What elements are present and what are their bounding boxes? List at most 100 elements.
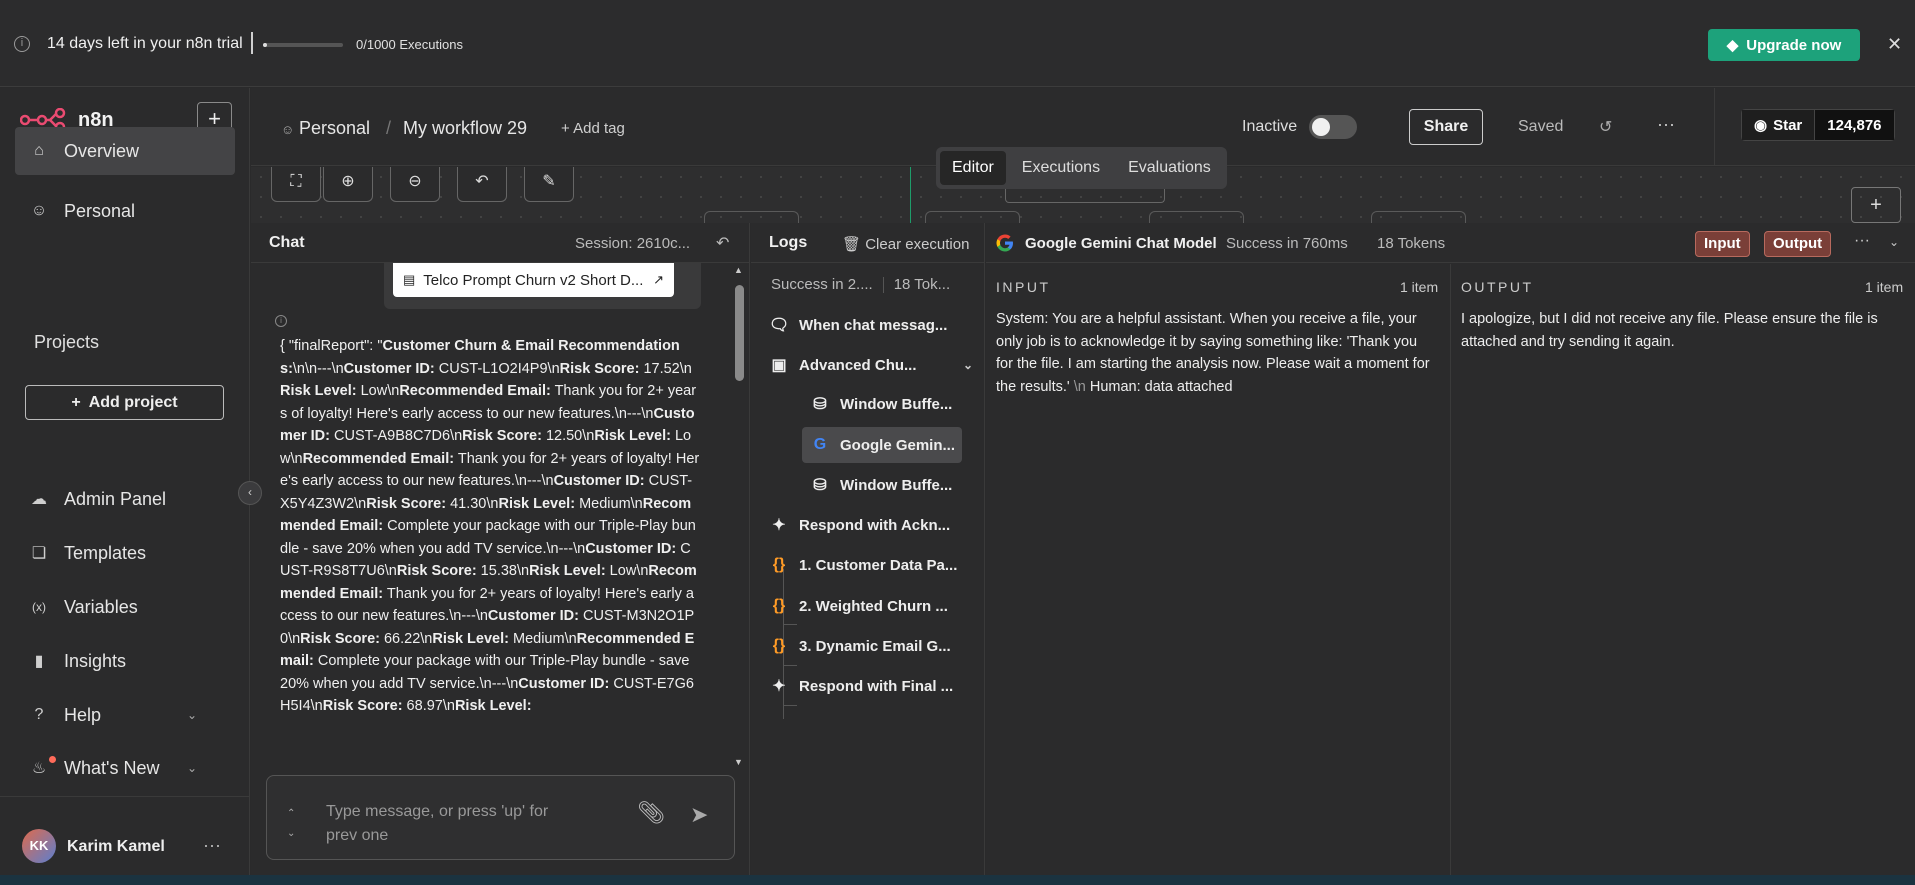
clear-execution-button[interactable]: 🗑︎ Clear execution	[842, 235, 969, 253]
log-item[interactable]: {} 3. Dynamic Email G...	[769, 628, 973, 664]
log-item-selected[interactable]: G Google Gemin...	[802, 427, 962, 463]
logs-panel: Logs 🗑︎ Clear execution Success in 2....…	[751, 223, 985, 885]
input-toggle-button[interactable]: Input	[1695, 231, 1750, 257]
breadcrumb-project[interactable]: Personal	[299, 118, 370, 139]
share-button[interactable]: Share	[1409, 109, 1483, 145]
more-icon[interactable]: ···	[203, 835, 221, 856]
saved-status: Saved	[1518, 118, 1564, 135]
sidebar-item-templates[interactable]: ❏ Templates	[15, 529, 235, 577]
input-item-count: 1 item	[1400, 279, 1439, 295]
log-item[interactable]: {} 2. Weighted Churn ...	[769, 588, 973, 624]
google-icon	[996, 234, 1013, 252]
file-link[interactable]: ▤ Telco Prompt Churn v2 Short D... ↗	[393, 263, 674, 297]
log-item[interactable]: 🗨︎ When chat messag...	[769, 307, 973, 343]
activate-toggle[interactable]	[1309, 115, 1357, 139]
sidebar-item-insights[interactable]: ▮ Insights	[15, 637, 235, 685]
chevron-down-icon[interactable]: ⌄	[963, 358, 973, 372]
log-item[interactable]: ▣ Advanced Chu... ⌄	[769, 347, 973, 383]
log-item[interactable]: ✦ Respond with Final ...	[769, 668, 973, 704]
github-icon: ◉	[1754, 117, 1768, 134]
external-link-icon[interactable]: ↗	[653, 272, 664, 288]
sidebar-item-overview[interactable]: ⌂ Overview	[15, 127, 235, 175]
reset-session-icon[interactable]: ↶	[716, 233, 729, 253]
node-status: Success in 760ms	[1226, 235, 1348, 252]
log-item[interactable]: ⛁ Window Buffe...	[802, 467, 962, 503]
chevron-down-icon[interactable]: ⌄	[1889, 235, 1899, 249]
log-item-label: Respond with Final ...	[799, 677, 954, 695]
more-icon[interactable]: ···	[1657, 114, 1675, 135]
chat-message-input[interactable]: Type message, or press 'up' for prev one	[326, 800, 576, 848]
user-menu[interactable]: KK Karim Kamel ···	[0, 796, 250, 885]
executions-progress-bar	[263, 43, 343, 47]
node-tokens: 18 Tokens	[1377, 235, 1446, 252]
info-icon: i	[14, 36, 30, 52]
upgrade-now-button[interactable]: ◆ Upgrade now	[1708, 29, 1860, 61]
file-name: Telco Prompt Churn v2 Short D...	[423, 271, 644, 289]
history-icon[interactable]: ↺	[1599, 117, 1612, 137]
sidebar-item-label: Insights	[64, 650, 127, 671]
file-icon: ▤	[403, 272, 416, 287]
add-project-button[interactable]: + Add project	[25, 385, 224, 420]
add-tag-button[interactable]: + Add tag	[561, 120, 625, 137]
sidebar-item-variables[interactable]: (x) Variables	[15, 583, 235, 631]
attach-icon[interactable]: 📎︎	[637, 800, 665, 826]
log-item-label: 1. Customer Data Pa...	[799, 556, 958, 574]
zoom-in-icon[interactable]: ⊕	[323, 167, 373, 202]
sidebar-item-help[interactable]: ? Help ⌄	[15, 691, 235, 739]
sidebar-item-label: Templates	[64, 542, 147, 563]
user-name: Karim Kamel	[67, 838, 165, 855]
log-item[interactable]: {} 1. Customer Data Pa...	[769, 547, 973, 583]
node-title: Google Gemini Chat Model	[1025, 235, 1217, 252]
add-node-button[interactable]: +	[1851, 187, 1901, 223]
session-id[interactable]: Session: 2610c...	[575, 235, 690, 252]
workflow-name[interactable]: My workflow 29	[403, 118, 527, 139]
log-item-label: 2. Weighted Churn ...	[799, 597, 948, 615]
log-item[interactable]: ⛁ Window Buffe...	[802, 386, 962, 422]
tab-evaluations[interactable]: Evaluations	[1116, 151, 1223, 185]
chat-input-box: ⌃ ⌄ Type message, or press 'up' for prev …	[266, 775, 735, 860]
code-braces-icon: {}	[772, 556, 786, 573]
sidebar-item-whats-new[interactable]: ♨ What's New ⌄	[15, 744, 235, 792]
output-toggle-button[interactable]: Output	[1764, 231, 1832, 257]
log-item-label: When chat messag...	[799, 316, 948, 334]
summary-status: Success in 2....	[771, 276, 873, 293]
sidebar-item-label: What's New	[64, 757, 160, 778]
upgrade-label: Upgrade now	[1746, 36, 1842, 54]
sidebar-item-admin-panel[interactable]: ☁ Admin Panel	[15, 475, 235, 523]
log-item-label: Google Gemin...	[840, 436, 956, 454]
fit-view-icon[interactable]: ⛶	[271, 167, 321, 202]
user-icon: ☺	[281, 122, 295, 137]
sidebar-item-personal[interactable]: ☺ Personal	[15, 187, 235, 235]
send-icon[interactable]: ➤	[690, 802, 708, 828]
tidy-up-icon[interactable]: ✎	[524, 167, 574, 202]
zoom-out-icon[interactable]: ⊖	[390, 167, 440, 202]
code-braces-icon: {}	[772, 637, 786, 654]
close-icon[interactable]: ✕	[1887, 34, 1902, 55]
divider	[251, 32, 253, 54]
trial-days-text: 14 days left in your n8n trial	[47, 35, 243, 52]
workflow-canvas[interactable]: ⛶ ⊕ ⊖ ↶ ✎ Editor Executions Evaluations …	[251, 147, 1915, 225]
help-icon: ?	[34, 706, 44, 723]
scroll-down-icon[interactable]: ▼	[734, 757, 743, 767]
chat-icon: 🗨︎	[769, 317, 790, 334]
avatar: KK	[22, 829, 56, 863]
database-icon: ⛁	[813, 396, 827, 413]
tab-editor[interactable]: Editor	[940, 151, 1006, 185]
log-item-label: Respond with Ackn...	[799, 516, 951, 534]
chat-scrollbar[interactable]: ▲ ▼	[732, 265, 746, 769]
history-arrows-icon[interactable]: ⌃ ⌄	[287, 804, 295, 844]
more-icon[interactable]: ···	[1854, 232, 1870, 250]
log-item-label: 3. Dynamic Email G...	[799, 637, 951, 655]
tab-executions[interactable]: Executions	[1010, 151, 1112, 185]
box-icon: ❏	[31, 545, 47, 562]
log-item[interactable]: ✦ Respond with Ackn...	[769, 507, 973, 543]
trash-icon: 🗑︎	[842, 236, 862, 253]
scroll-up-icon[interactable]: ▲	[734, 265, 743, 275]
output-column: OUTPUT 1 item I apologize, but I did not…	[1451, 264, 1915, 885]
github-star-button[interactable]: ◉ Star 124,876	[1741, 109, 1895, 141]
code-braces-icon: {}	[772, 597, 786, 614]
variable-icon: (x)	[32, 600, 46, 614]
log-summary: Success in 2.... 18 Tok...	[771, 276, 950, 294]
collapse-sidebar-button[interactable]: ‹	[238, 481, 262, 505]
undo-icon[interactable]: ↶	[457, 167, 507, 202]
